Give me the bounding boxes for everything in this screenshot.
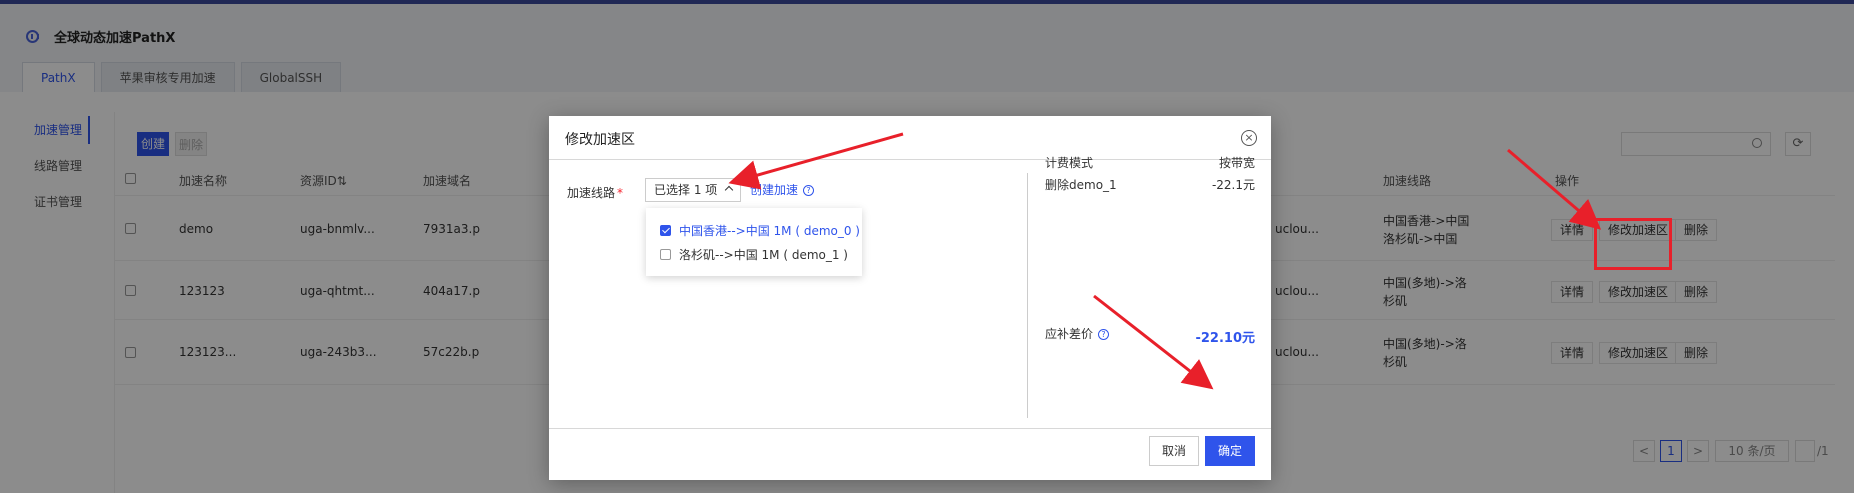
line-option-demo-0[interactable]: 中国香港-->中国 1M ( demo_0 ) [660, 222, 860, 239]
price-item-value: -22.1元 [1211, 178, 1255, 192]
required-mark: * [617, 186, 624, 200]
create-link-text: 创建加速 [750, 183, 799, 197]
dialog-title: 修改加速区 [565, 132, 635, 148]
price-diff-text: 应补差价 [1045, 327, 1094, 341]
dialog-header: 修改加速区 × [549, 116, 1271, 160]
close-icon[interactable]: × [1241, 130, 1257, 146]
line-option-demo-1[interactable]: 洛杉矶-->中国 1M ( demo_1 ) [660, 246, 848, 263]
billing-mode-label: 计费模式 [1045, 156, 1094, 170]
chevron-up-icon [724, 185, 734, 195]
acceleration-line-select[interactable]: 已选择 1 项 [645, 178, 741, 202]
option-label: 中国香港-->中国 1M ( demo_0 ) [679, 224, 860, 238]
create-acceleration-link[interactable]: 创建加速? [750, 181, 815, 198]
line-options-dropdown: 中国香港-->中国 1M ( demo_0 ) 洛杉矶-->中国 1M ( de… [646, 208, 862, 276]
help-icon[interactable]: ? [803, 185, 815, 196]
price-diff-value: -22.10元 [1195, 331, 1255, 346]
cancel-button[interactable]: 取消 [1149, 436, 1199, 466]
option-checkbox-checked[interactable] [660, 225, 671, 236]
price-diff-label: 应补差价? [1045, 325, 1110, 342]
price-item-label: 删除demo_1 [1045, 178, 1117, 192]
modify-region-dialog: 修改加速区 × 计费模式 按带宽 删除demo_1 -22.1元 应补差价? -… [549, 116, 1271, 480]
confirm-button[interactable]: 确定 [1205, 436, 1255, 466]
option-label: 洛杉矶-->中国 1M ( demo_1 ) [679, 248, 848, 262]
annotation-highlight-box [1594, 218, 1672, 270]
field-label-acceleration-line: 加速线路 * [567, 184, 623, 201]
billing-mode-value: 按带宽 [1218, 156, 1255, 170]
help-icon[interactable]: ? [1098, 329, 1110, 340]
dialog-divider [1027, 173, 1028, 418]
select-value: 已选择 1 项 [654, 183, 718, 197]
field-label-text: 加速线路 [567, 186, 616, 200]
option-checkbox[interactable] [660, 249, 671, 260]
